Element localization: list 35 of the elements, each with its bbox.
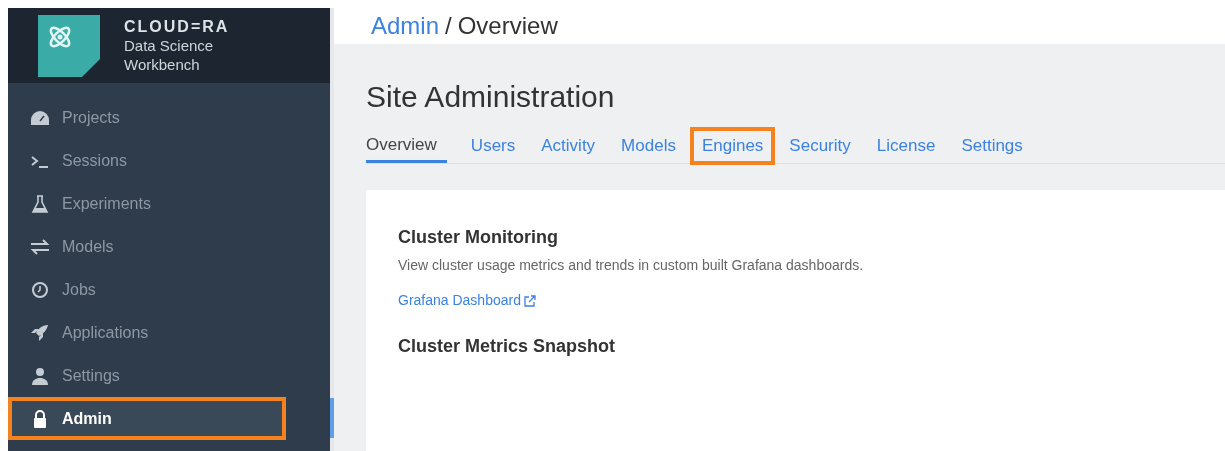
breadcrumb-link[interactable]: Admin — [371, 8, 440, 44]
external-link-icon — [523, 294, 536, 307]
tab[interactable]: Users — [460, 129, 526, 163]
product-name: Workbench — [124, 55, 201, 74]
sidebar-item[interactable]: Models — [8, 225, 330, 268]
section-title: Cluster Monitoring — [398, 226, 559, 249]
rocket-icon — [30, 323, 50, 342]
section-description: View cluster usage metrics and trends in custom built Grafana dashboards. — [398, 256, 865, 275]
breadcrumb-separator: / — [445, 11, 452, 41]
tab[interactable]: Overview — [366, 129, 447, 163]
sidebar-item[interactable]: Jobs — [8, 268, 330, 311]
tab[interactable]: Engines — [691, 129, 774, 163]
clock-icon — [30, 280, 50, 299]
brand-name: CLOUD=RA — [124, 17, 230, 36]
flask-icon — [30, 194, 50, 213]
sidebar-item[interactable]: Settings — [8, 354, 330, 397]
sidebar-item[interactable]: Projects — [8, 96, 330, 139]
product-name: Data Science — [124, 36, 215, 55]
atom-logo-icon — [38, 14, 100, 77]
sidebar-item[interactable]: Experiments — [8, 182, 330, 225]
dashboard-link[interactable]: Grafana Dashboard — [398, 290, 536, 311]
user-icon — [30, 366, 50, 385]
sidebar-item[interactable]: Sessions — [8, 139, 330, 182]
tab[interactable]: Security — [779, 129, 861, 163]
page-title: Site Administration — [366, 79, 616, 115]
tab[interactable]: Settings — [951, 129, 1033, 163]
tab[interactable]: Models — [611, 129, 686, 163]
breadcrumb-current: Overview — [457, 11, 558, 41]
section-title: Cluster Metrics Snapshot — [398, 335, 617, 358]
transfer-icon — [30, 237, 50, 256]
dashboard-icon — [30, 108, 50, 127]
sidebar-item[interactable]: Applications — [8, 311, 330, 354]
tab[interactable]: Activity — [531, 129, 606, 163]
tab[interactable]: License — [866, 129, 946, 163]
sidebar-item[interactable]: Admin — [8, 397, 286, 440]
